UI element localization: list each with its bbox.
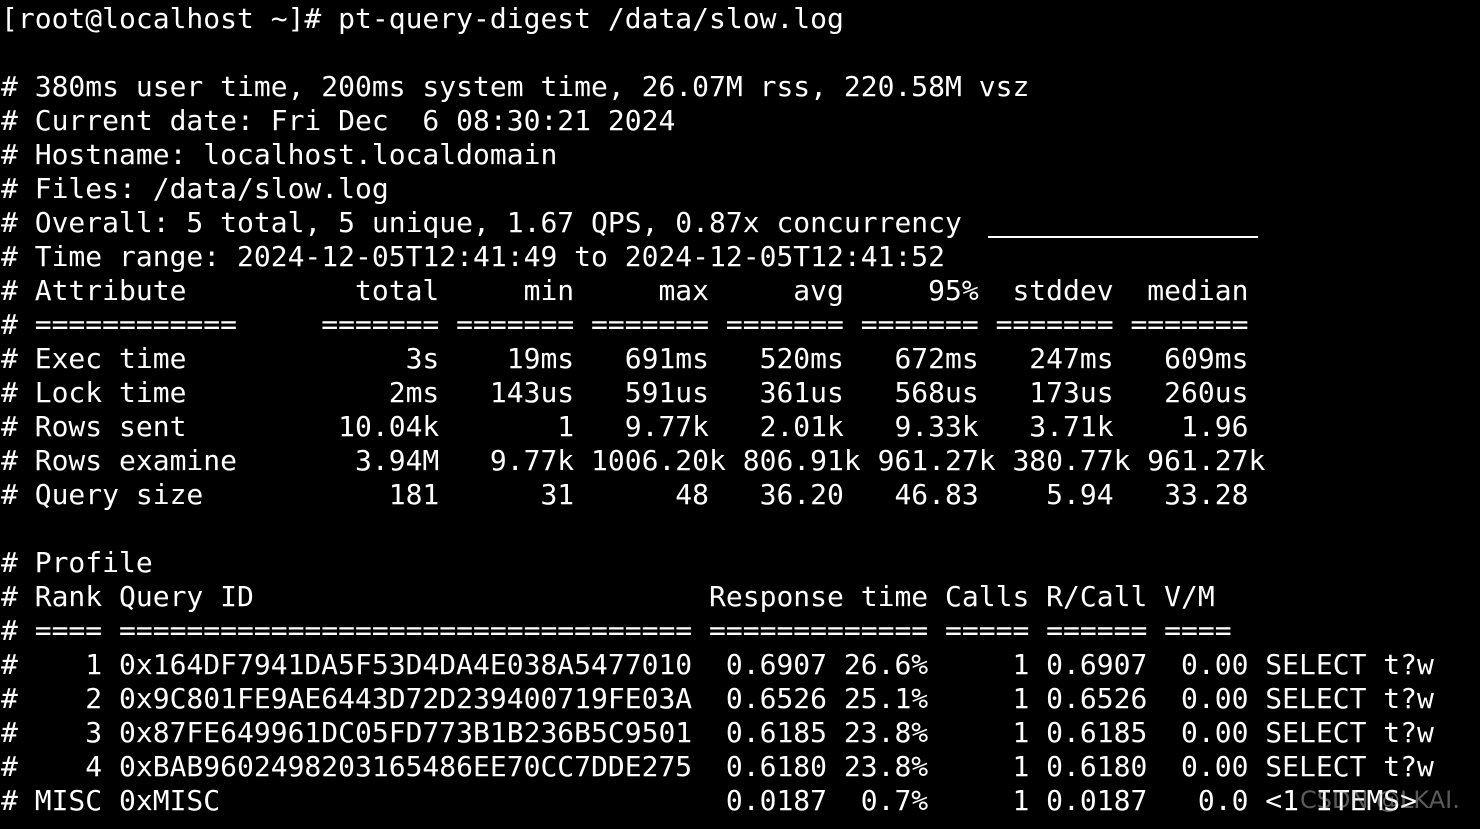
watermark: CSDN @LKAI. bbox=[1300, 786, 1460, 814]
command-prompt-line: [root@localhost ~]# pt-query-digest /dat… bbox=[1, 2, 844, 35]
attribute-row-lock-time: # Lock time 2ms 143us 591us 361us 568us … bbox=[1, 376, 1249, 409]
resource-usage-line: # 380ms user time, 200ms system time, 26… bbox=[1, 70, 1030, 103]
current-date-line: # Current date: Fri Dec 6 08:30:21 2024 bbox=[1, 104, 676, 137]
terminal-window[interactable]: [root@localhost ~]# pt-query-digest /dat… bbox=[0, 0, 1480, 829]
attribute-table-separator: # ============ ======= ======= ======= =… bbox=[1, 308, 1249, 341]
profile-table-separator: # ==== =================================… bbox=[1, 614, 1232, 647]
hostname-line: # Hostname: localhost.localdomain bbox=[1, 138, 558, 171]
attribute-table-header: # Attribute total min max avg 95% stddev… bbox=[1, 274, 1249, 307]
overall-line: # Overall: 5 total, 5 unique, 1.67 QPS, … bbox=[1, 206, 962, 239]
attribute-row-query-size: # Query size 181 31 48 36.20 46.83 5.94 … bbox=[1, 478, 1249, 511]
profile-row-4: # 4 0xBAB9602498203165486EE70CC7DDE275 0… bbox=[1, 750, 1434, 783]
files-line: # Files: /data/slow.log bbox=[1, 172, 389, 205]
profile-table-header: # Rank Query ID Response time Calls R/Ca… bbox=[1, 580, 1215, 613]
attribute-row-rows-examine: # Rows examine 3.94M 9.77k 1006.20k 806.… bbox=[1, 444, 1266, 477]
profile-row-misc: # MISC 0xMISC 0.0187 0.7% 1 0.0187 0.0 <… bbox=[1, 784, 1418, 817]
profile-row-2: # 2 0x9C801FE9AE6443D72D239400719FE03A 0… bbox=[1, 682, 1434, 715]
attribute-row-exec-time: # Exec time 3s 19ms 691ms 520ms 672ms 24… bbox=[1, 342, 1249, 375]
time-range-line: # Time range: 2024-12-05T12:41:49 to 202… bbox=[1, 240, 946, 273]
overall-underline bbox=[988, 236, 1258, 238]
profile-row-3: # 3 0x87FE649961DC05FD773B1B236B5C9501 0… bbox=[1, 716, 1434, 749]
attribute-row-rows-sent: # Rows sent 10.04k 1 9.77k 2.01k 9.33k 3… bbox=[1, 410, 1249, 443]
profile-title: # Profile bbox=[1, 546, 153, 579]
profile-row-1: # 1 0x164DF7941DA5F53D4DA4E038A5477010 0… bbox=[1, 648, 1434, 681]
